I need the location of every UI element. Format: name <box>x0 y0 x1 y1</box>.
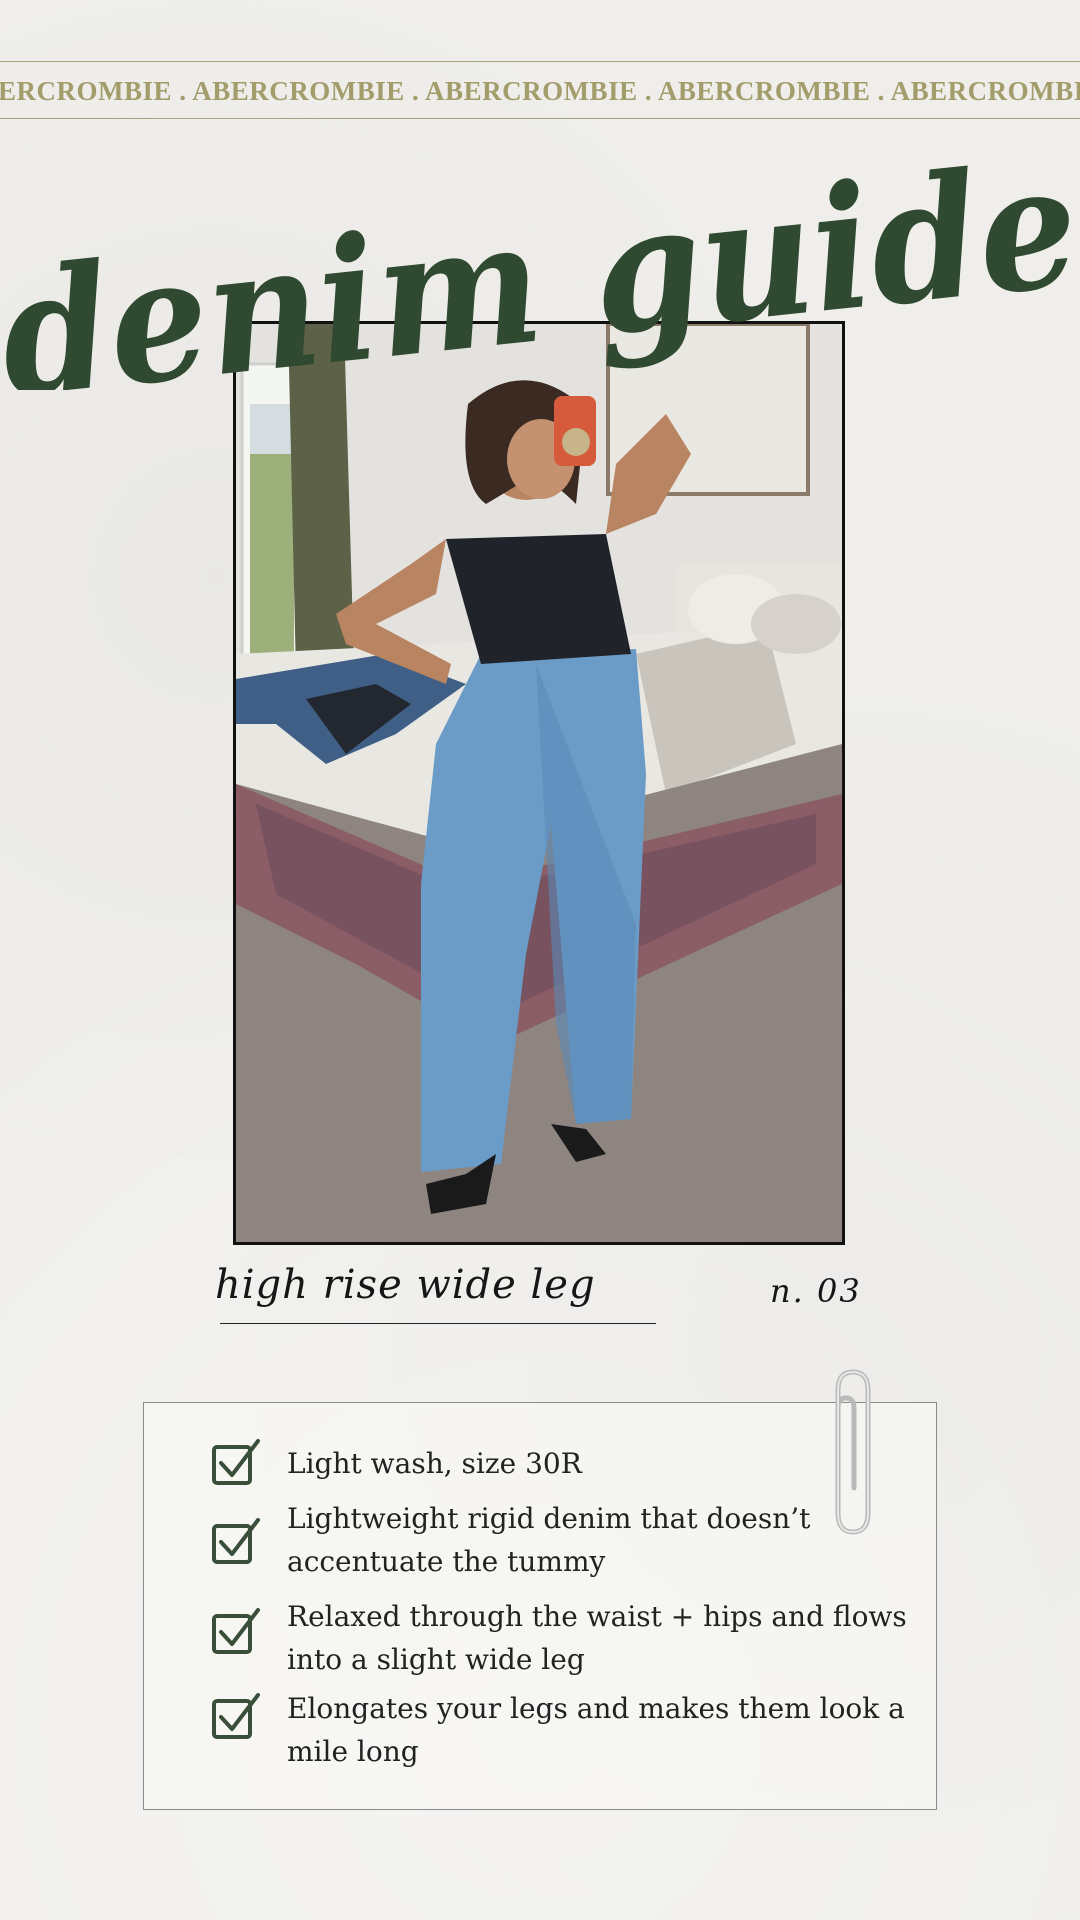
caption-underline <box>220 1323 656 1324</box>
checklist-item-text: Elongates your legs and makes them look … <box>287 1692 905 1768</box>
outfit-photo <box>233 321 845 1245</box>
feature-checklist-card: Light wash, size 30R Lightweight rigid d… <box>143 1402 937 1810</box>
brand-ticker-text: ERCROMBIE . ABERCROMBIE . ABERCROMBIE . … <box>0 76 1080 106</box>
brand-ticker: ERCROMBIE . ABERCROMBIE . ABERCROMBIE . … <box>0 61 1080 119</box>
checkbox-checked-icon <box>212 1518 260 1564</box>
guide-number: n. 03 <box>770 1272 862 1310</box>
checklist-item-text: Relaxed through the waist + hips and flo… <box>287 1600 907 1676</box>
checkbox-checked-icon <box>212 1608 260 1654</box>
mirror-selfie-image <box>236 324 842 1242</box>
style-caption: high rise wide leg <box>215 1262 596 1308</box>
paperclip-icon <box>835 1369 871 1535</box>
title-text: denim guide <box>0 130 1080 390</box>
title-heading: denim guide <box>0 130 1080 390</box>
checkbox-checked-icon <box>212 1693 260 1739</box>
checkbox-checked-icon <box>212 1439 260 1485</box>
